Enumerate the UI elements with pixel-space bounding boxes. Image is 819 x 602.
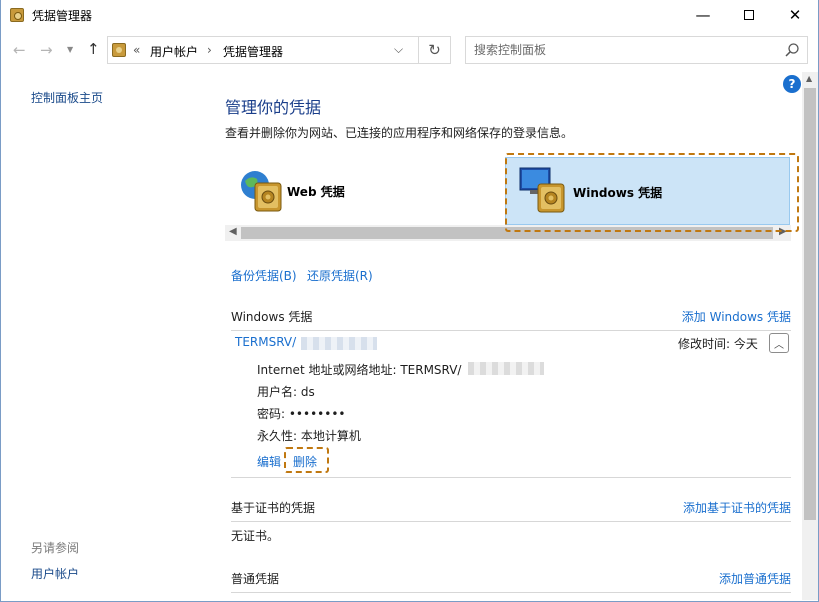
add-windows-credential-link[interactable]: 添加 Windows 凭据 <box>682 308 791 325</box>
credential-modified-time: 修改时间: 今天 <box>678 337 758 351</box>
divider <box>231 521 791 522</box>
breadcrumb-separator-icon[interactable]: › <box>207 43 212 57</box>
maximize-icon <box>744 10 754 20</box>
minimize-icon: — <box>695 6 711 24</box>
breadcrumb-credential-manager[interactable]: 凭据管理器 <box>223 43 283 60</box>
search-icon[interactable] <box>784 42 800 58</box>
recent-locations-chevron-icon[interactable]: ▼ <box>67 45 73 54</box>
search-box[interactable] <box>465 36 808 64</box>
see-also-label: 另请参阅 <box>31 541 80 555</box>
page-description: 查看并删除你为网站、已连接的应用程序和网络保存的登录信息。 <box>225 126 574 140</box>
left-pane: 控制面板主页 另请参阅 用户帐户 <box>1 72 213 600</box>
redacted-hostname <box>301 337 377 350</box>
credential-entry-name[interactable]: TERMSRV/ <box>235 335 296 349</box>
search-input[interactable] <box>474 42 774 58</box>
edit-credential-link[interactable]: 编辑 <box>257 453 281 470</box>
windows-credentials-heading: Windows 凭据 <box>231 310 313 324</box>
certificate-credentials-section-header: 基于证书的凭据 添加基于证书的凭据 <box>231 499 791 523</box>
restore-credentials-link[interactable]: 还原凭据(R) <box>307 267 373 284</box>
close-button[interactable]: ✕ <box>772 0 818 30</box>
web-credentials-label: Web 凭据 <box>287 185 345 199</box>
up-button[interactable]: ↑ <box>87 40 100 58</box>
back-button[interactable]: ← <box>13 41 26 59</box>
generic-credentials-section-header: 普通凭据 添加普通凭据 <box>231 570 791 594</box>
no-certificates-text: 无证书。 <box>231 529 280 543</box>
minimize-button[interactable]: — <box>680 0 726 30</box>
control-panel-icon <box>112 43 126 57</box>
address-bar[interactable]: « 用户帐户 › 凭据管理器 ⌵ <box>107 36 419 64</box>
navigation-bar: ← → ▼ ↑ « 用户帐户 › 凭据管理器 ⌵ ↻ <box>1 30 818 72</box>
breadcrumb-overflow-icon[interactable]: « <box>133 43 140 57</box>
refresh-icon: ↻ <box>428 41 441 59</box>
divider <box>231 477 791 478</box>
web-credentials-icon <box>241 171 282 212</box>
divider <box>231 330 791 331</box>
vertical-scroll-thumb[interactable] <box>804 88 816 520</box>
credential-manager-window: 凭据管理器 — ✕ ← → ▼ ↑ « 用户帐户 › 凭据管理器 ⌵ ↻ 控制面… <box>0 0 819 602</box>
collapse-entry-button[interactable]: ︿ <box>769 333 789 353</box>
web-credentials-tile[interactable]: Web 凭据 <box>233 157 503 225</box>
scroll-up-icon[interactable]: ▲ <box>806 74 812 83</box>
page-title: 管理你的凭据 <box>225 98 322 117</box>
user-accounts-link[interactable]: 用户帐户 <box>31 565 79 582</box>
maximize-button[interactable] <box>726 0 772 30</box>
credential-address: Internet 地址或网络地址: TERMSRV/ <box>257 363 462 377</box>
chevron-up-icon: ︿ <box>774 339 784 351</box>
breadcrumb-user-accounts[interactable]: 用户帐户 <box>150 43 198 60</box>
credential-username: 用户名: ds <box>257 385 315 399</box>
title-bar: 凭据管理器 — ✕ <box>1 0 818 30</box>
scroll-left-icon[interactable]: ◀ <box>229 226 237 237</box>
credential-persistence: 永久性: 本地计算机 <box>257 429 361 443</box>
vertical-scrollbar[interactable]: ▲ <box>802 72 818 600</box>
redacted-address <box>468 362 544 375</box>
credential-manager-icon <box>10 8 24 22</box>
delete-highlight <box>284 447 329 473</box>
address-dropdown-icon[interactable]: ⌵ <box>394 42 403 57</box>
add-certificate-credential-link[interactable]: 添加基于证书的凭据 <box>683 499 791 516</box>
window-title: 凭据管理器 <box>32 9 93 23</box>
divider <box>231 592 791 593</box>
credential-password: 密码: •••••••• <box>257 407 346 421</box>
add-generic-credential-link[interactable]: 添加普通凭据 <box>719 570 791 587</box>
generic-credentials-heading: 普通凭据 <box>231 572 280 586</box>
certificate-credentials-heading: 基于证书的凭据 <box>231 501 316 515</box>
forward-button[interactable]: → <box>40 41 53 59</box>
refresh-button[interactable]: ↻ <box>419 36 451 64</box>
windows-credentials-section-header: Windows 凭据 添加 Windows 凭据 <box>231 308 791 332</box>
windows-credentials-highlight <box>505 153 799 232</box>
help-button[interactable]: ? <box>783 75 801 93</box>
backup-credentials-link[interactable]: 备份凭据(B) <box>231 267 297 284</box>
control-panel-home-link[interactable]: 控制面板主页 <box>31 89 103 106</box>
close-icon: ✕ <box>788 6 802 24</box>
